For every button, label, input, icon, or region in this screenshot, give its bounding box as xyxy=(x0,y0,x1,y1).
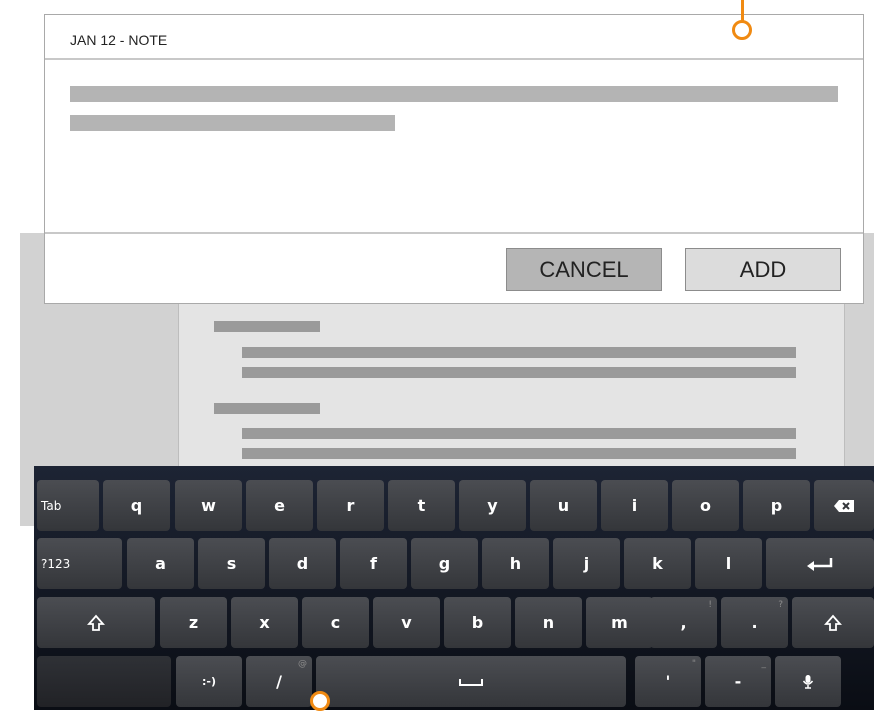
key-period-label: . xyxy=(751,613,758,632)
key-slash[interactable]: / @ xyxy=(246,656,312,707)
key-c[interactable]: c xyxy=(302,597,369,648)
key-period-alt: ? xyxy=(778,600,783,610)
key-tab[interactable]: Tab xyxy=(37,480,99,531)
key-enter[interactable] xyxy=(766,538,874,589)
key-m[interactable]: m xyxy=(586,597,653,648)
backspace-icon xyxy=(834,499,854,512)
key-o[interactable]: o xyxy=(672,480,739,531)
placeholder-heading xyxy=(214,321,320,332)
key-q[interactable]: q xyxy=(103,480,170,531)
key-shift-right[interactable] xyxy=(792,597,874,648)
key-slash-label: / xyxy=(276,672,282,691)
key-w[interactable]: w xyxy=(175,480,242,531)
key-comma-label: , xyxy=(680,613,687,632)
key-l[interactable]: l xyxy=(695,538,762,589)
key-b[interactable]: b xyxy=(444,597,511,648)
note-text-line xyxy=(70,115,395,131)
key-y[interactable]: y xyxy=(459,480,526,531)
key-blank-left xyxy=(37,656,171,707)
key-g[interactable]: g xyxy=(411,538,478,589)
placeholder-line xyxy=(242,347,796,358)
key-t[interactable]: t xyxy=(388,480,455,531)
placeholder-line xyxy=(242,367,796,378)
key-apostrophe[interactable]: ' " xyxy=(635,656,701,707)
key-comma[interactable]: , ! xyxy=(650,597,717,648)
note-text-area[interactable] xyxy=(45,60,863,234)
space-icon xyxy=(459,678,483,686)
shift-icon xyxy=(87,614,105,631)
placeholder-line xyxy=(242,428,796,439)
key-h[interactable]: h xyxy=(482,538,549,589)
key-d[interactable]: d xyxy=(269,538,336,589)
key-v[interactable]: v xyxy=(373,597,440,648)
note-text-line xyxy=(70,86,838,102)
dialog-title: JAN 12 - NOTE xyxy=(70,32,168,48)
key-dash-alt: _ xyxy=(761,659,767,669)
annotation-marker xyxy=(310,691,330,711)
key-f[interactable]: f xyxy=(340,538,407,589)
key-u[interactable]: u xyxy=(530,480,597,531)
key-smiley[interactable]: :-) xyxy=(176,656,242,707)
placeholder-line xyxy=(242,448,796,459)
key-z[interactable]: z xyxy=(160,597,227,648)
on-screen-keyboard: Tab q w e r t y u i o p ?123 a s d f g h… xyxy=(34,466,874,710)
key-s[interactable]: s xyxy=(198,538,265,589)
shift-icon xyxy=(824,614,842,631)
key-space[interactable] xyxy=(316,656,626,707)
key-dash[interactable]: - _ xyxy=(705,656,771,707)
key-dash-label: - xyxy=(734,672,742,691)
key-k[interactable]: k xyxy=(624,538,691,589)
note-dialog: JAN 12 - NOTE CANCEL ADD xyxy=(44,14,864,304)
key-period[interactable]: . ? xyxy=(721,597,788,648)
add-button[interactable]: ADD xyxy=(685,248,841,291)
key-apostrophe-alt: " xyxy=(691,659,696,669)
placeholder-heading xyxy=(214,403,320,414)
key-j[interactable]: j xyxy=(553,538,620,589)
key-slash-alt: @ xyxy=(298,659,307,669)
key-microphone[interactable] xyxy=(775,656,841,707)
annotation-line xyxy=(741,0,744,22)
enter-icon xyxy=(807,557,833,571)
microphone-icon xyxy=(802,674,814,689)
key-x[interactable]: x xyxy=(231,597,298,648)
key-shift-left[interactable] xyxy=(37,597,155,648)
key-r[interactable]: r xyxy=(317,480,384,531)
key-backspace[interactable] xyxy=(814,480,874,531)
key-apostrophe-label: ' xyxy=(665,672,671,691)
key-comma-alt: ! xyxy=(708,600,712,610)
key-p[interactable]: p xyxy=(743,480,810,531)
key-i[interactable]: i xyxy=(601,480,668,531)
cancel-button[interactable]: CANCEL xyxy=(506,248,662,291)
key-a[interactable]: a xyxy=(127,538,194,589)
key-e[interactable]: e xyxy=(246,480,313,531)
key-symbols[interactable]: ?123 xyxy=(37,538,122,589)
key-n[interactable]: n xyxy=(515,597,582,648)
annotation-marker xyxy=(732,20,752,40)
